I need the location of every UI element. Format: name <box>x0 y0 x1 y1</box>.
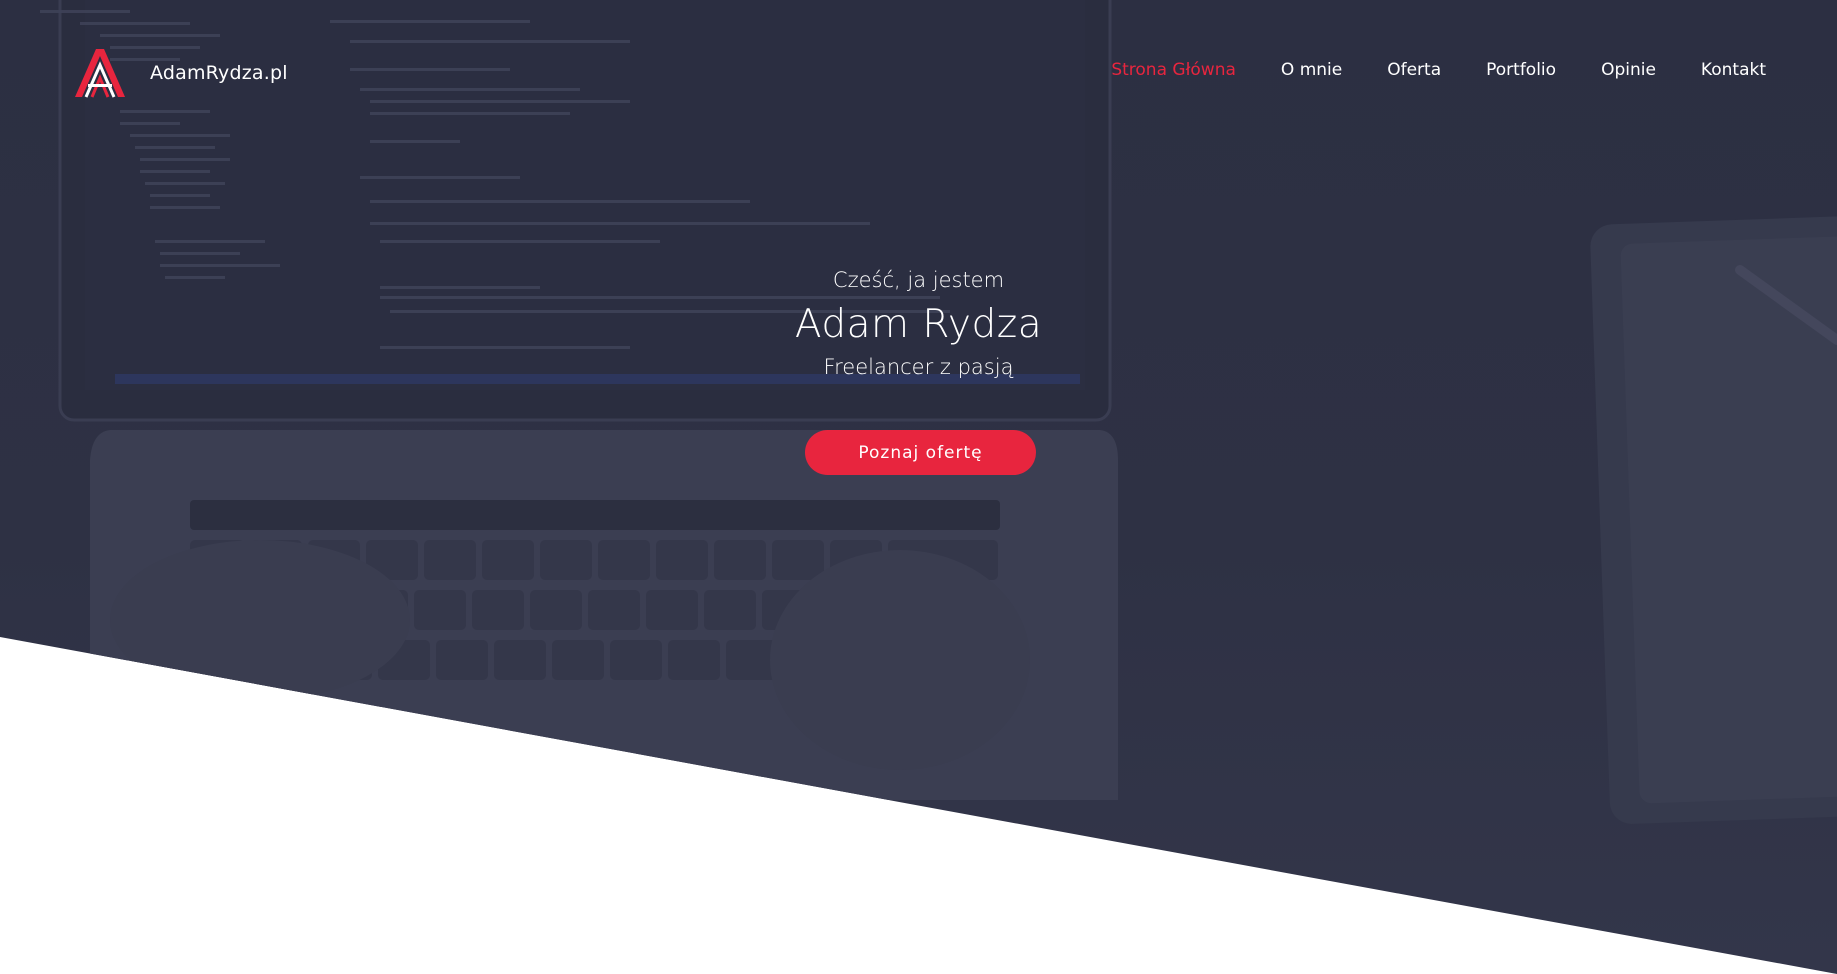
letter-a-logo-icon <box>75 49 125 98</box>
logo-link[interactable]: AdamRydza.pl <box>74 48 288 98</box>
hero-name: Adam Rydza <box>794 302 1043 347</box>
nav-item-contact[interactable]: Kontakt <box>1701 60 1766 80</box>
nav-item-home[interactable]: Strona Główna <box>1111 60 1236 80</box>
hero-intro: Cześć, ja jestem Adam Rydza Freelancer z… <box>0 267 1837 380</box>
nav-item-reviews[interactable]: Opinie <box>1601 60 1656 80</box>
nav-item-about[interactable]: O mnie <box>1281 60 1342 80</box>
hero-section: AdamRydza.pl Strona Główna O mnie Oferta… <box>0 0 1837 974</box>
hero-greeting: Cześć, ja jestem <box>832 268 1005 292</box>
main-nav: Strona Główna O mnie Oferta Portfolio Op… <box>1111 60 1766 80</box>
nav-item-portfolio[interactable]: Portfolio <box>1486 60 1556 80</box>
see-offer-button[interactable]: Poznaj ofertę <box>805 430 1036 475</box>
site-name: AdamRydza.pl <box>150 62 288 84</box>
nav-item-offer[interactable]: Oferta <box>1387 60 1441 80</box>
hero-background-image <box>0 0 1837 974</box>
hero-tagline: Freelancer z pasją <box>823 355 1014 379</box>
